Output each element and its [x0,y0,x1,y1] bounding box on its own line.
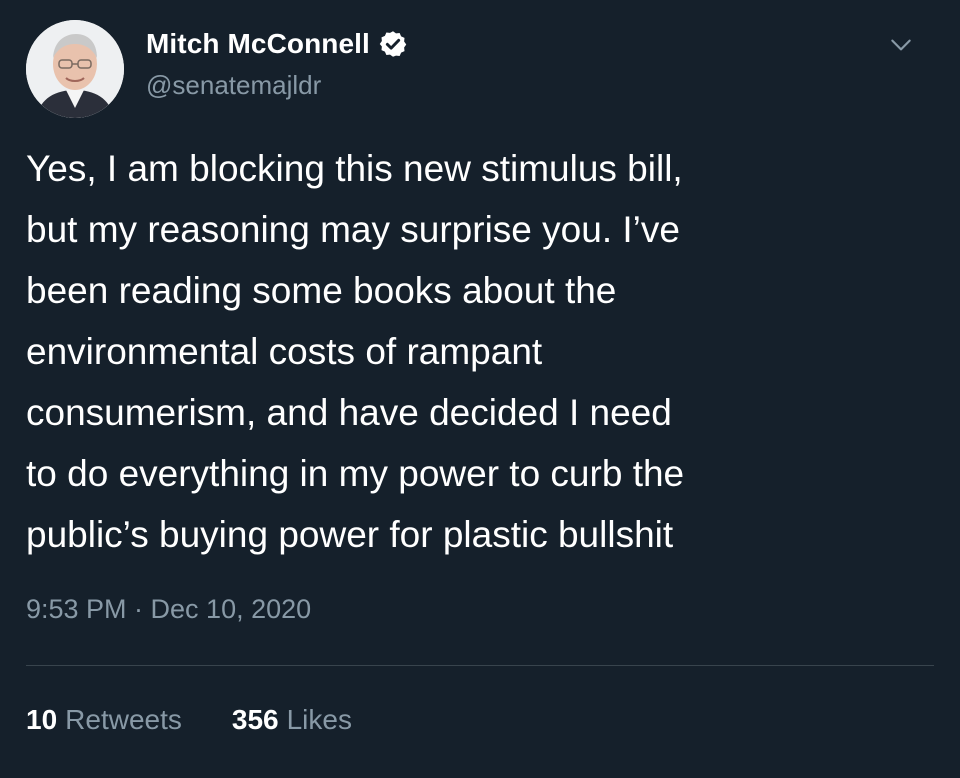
retweets-label: Retweets [65,704,182,735]
tweet-stats: 10 Retweets 356 Likes [26,704,352,736]
tweet-text: Yes, I am blocking this new stimulus bil… [26,148,685,555]
avatar-image [26,20,124,118]
author-handle[interactable]: @senatemajldr [146,70,408,101]
verified-badge-icon [378,29,408,59]
likes-count: 356 [231,704,279,735]
likes-stat[interactable]: 356 Likes [232,704,352,736]
author-display-name[interactable]: Mitch McConnell [146,28,370,60]
chevron-down-icon[interactable] [888,32,914,58]
avatar[interactable] [26,20,124,118]
tweet-timestamp[interactable]: 9:53 PM · Dec 10, 2020 [26,594,311,625]
tweet-header: Mitch McConnell @senatemajldr [26,20,934,120]
author-block: Mitch McConnell @senatemajldr [146,28,408,101]
retweets-stat[interactable]: 10 Retweets [26,704,182,736]
retweets-count: 10 [26,704,58,735]
likes-label: Likes [286,704,352,735]
divider [26,665,934,666]
name-row: Mitch McConnell [146,28,408,60]
